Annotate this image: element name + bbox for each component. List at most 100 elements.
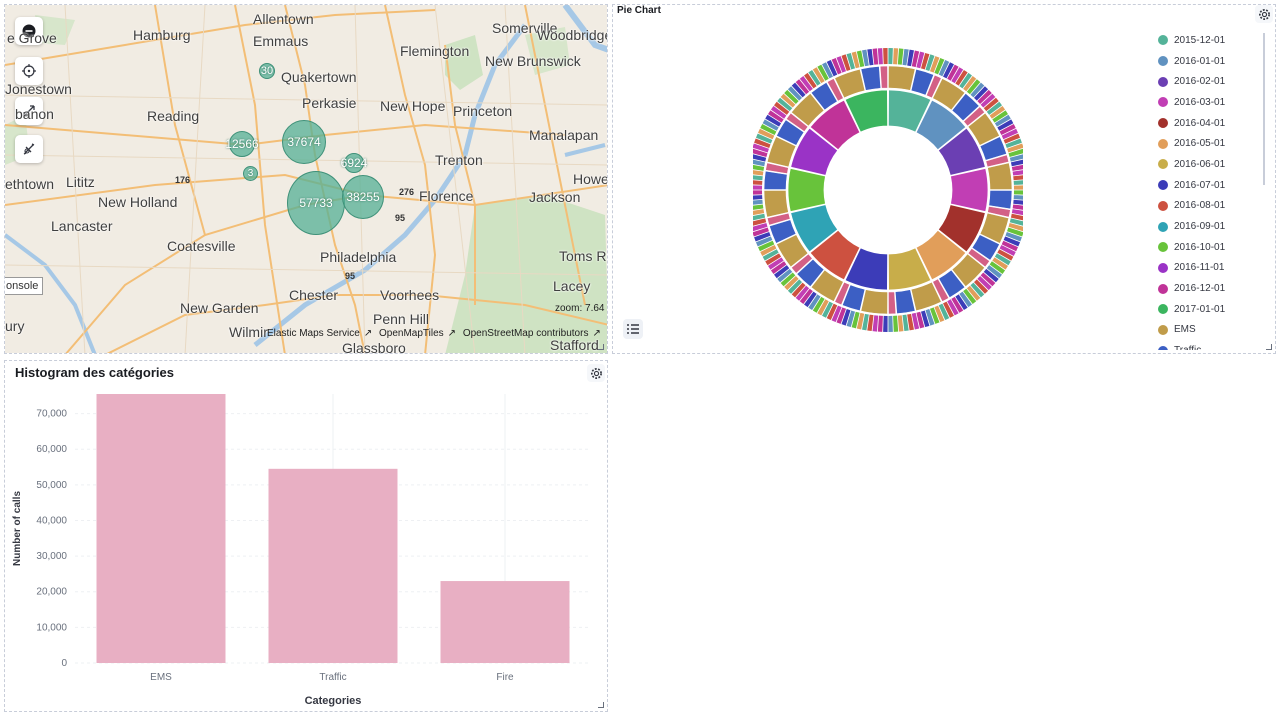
sunburst-outer-slice[interactable] (883, 48, 888, 65)
sunburst-outer-slice[interactable] (872, 315, 879, 332)
sunburst-middle-slice[interactable] (763, 170, 788, 190)
tools-button[interactable] (15, 135, 43, 163)
sunburst-outer-slice[interactable] (897, 48, 904, 65)
legend-item[interactable]: 2016-01-01 (1158, 51, 1258, 72)
y-axis-title: Number of calls (12, 491, 23, 566)
legend-item[interactable]: 2016-04-01 (1158, 113, 1258, 134)
x-tick-label: Fire (496, 672, 514, 683)
sunburst-outer-slice[interactable] (1013, 190, 1023, 195)
city-label: Philadelphia (320, 249, 397, 265)
sunburst-middle-slice[interactable] (879, 65, 888, 89)
attribution-link[interactable]: Elastic Maps Service (267, 328, 360, 339)
legend-item[interactable]: 2016-10-01 (1158, 237, 1258, 258)
sunburst-outer-slice[interactable] (877, 315, 883, 332)
resize-handle[interactable] (598, 344, 604, 350)
sunburst-outer-slice[interactable] (753, 185, 763, 190)
resize-handle[interactable] (1266, 344, 1272, 350)
legend-scrollbar[interactable] (1263, 33, 1265, 185)
panel-options-button[interactable] (1255, 5, 1273, 23)
sunburst-outer-slice[interactable] (893, 48, 899, 65)
histogram-bar[interactable] (96, 394, 226, 663)
map-cluster[interactable]: 37674 (282, 120, 326, 164)
console-tab[interactable]: onsole (5, 277, 44, 295)
sunburst-middle-slice[interactable] (888, 65, 916, 91)
map-cluster[interactable]: 6924 (341, 153, 367, 173)
legend-label: EMS (1174, 324, 1196, 336)
city-label: ury (5, 318, 25, 334)
histogram-chart[interactable]: 0 10,000 20,000 30,000 40,000 50,000 60,000 70,… (5, 361, 608, 712)
sunburst-inner-slice[interactable] (950, 167, 989, 213)
legend-swatch (1158, 97, 1168, 108)
city-label: Jackson (529, 189, 581, 205)
legend-item[interactable]: 2016-12-01 (1158, 278, 1258, 299)
city-label: Emmaus (253, 33, 309, 49)
attribution-link[interactable]: OpenStreetMap contributors (463, 328, 589, 339)
sunburst-outer-slice[interactable] (1013, 195, 1023, 200)
legend-item[interactable]: 2016-03-01 (1158, 92, 1258, 113)
sunburst-outer-slice[interactable] (753, 190, 763, 195)
sunburst-outer-slice[interactable] (883, 315, 888, 332)
map-cluster[interactable]: 57733 (287, 171, 345, 235)
city-label: New Brunswick (485, 53, 581, 69)
sunburst-outer-slice[interactable] (893, 315, 899, 332)
histogram-bar[interactable] (268, 468, 398, 663)
sunburst-outer-slice[interactable] (1013, 185, 1023, 190)
legend-item[interactable]: 2016-11-01 (1158, 258, 1258, 279)
sunburst-middle-slice[interactable] (763, 190, 789, 218)
legend-item[interactable]: Traffic (1158, 340, 1258, 350)
city-label: Quakertown (281, 69, 357, 85)
attribution-link[interactable]: OpenMapTiles (379, 328, 444, 339)
legend-item[interactable]: 2016-08-01 (1158, 196, 1258, 217)
legend-toggle-button[interactable] (623, 319, 643, 339)
sunburst-outer-slice[interactable] (888, 315, 893, 332)
tools-icon (23, 143, 35, 155)
panel-options-button[interactable] (587, 364, 605, 382)
legend-item[interactable]: 2016-05-01 (1158, 133, 1258, 154)
legend-item[interactable]: 2016-02-01 (1158, 71, 1258, 92)
legend-swatch (1158, 242, 1168, 253)
map-cluster[interactable]: 30 (259, 63, 275, 79)
gear-icon (1258, 8, 1270, 20)
sunburst-outer-slice[interactable] (897, 315, 904, 332)
sunburst-middle-slice[interactable] (888, 291, 897, 315)
legend-item[interactable]: 2016-09-01 (1158, 216, 1258, 237)
legend-swatch (1158, 118, 1168, 129)
sunburst-outer-slice[interactable] (1013, 180, 1023, 185)
sunburst-chart[interactable] (753, 45, 1023, 335)
sunburst-outer-slice[interactable] (1013, 199, 1023, 206)
histogram-bar[interactable] (440, 581, 570, 663)
sunburst-outer-slice[interactable] (753, 180, 763, 185)
sunburst-outer-slice[interactable] (888, 48, 893, 65)
sunburst-outer-slice[interactable] (753, 199, 763, 206)
legend-swatch (1158, 56, 1168, 67)
y-tick-label: 0 (61, 658, 67, 669)
sunburst-inner-slice[interactable] (787, 167, 826, 213)
legend-label: 2017-01-01 (1174, 303, 1226, 315)
sunburst-outer-slice[interactable] (1013, 175, 1023, 181)
sunburst-outer-slice[interactable] (877, 48, 883, 65)
pie-chart-panel: Pie Chart 2015-12-01 2016-01-01 2016-02-01… (612, 4, 1276, 354)
sunburst-middle-slice[interactable] (988, 190, 1013, 210)
resize-handle[interactable] (598, 702, 604, 708)
road-number: 276 (399, 187, 415, 197)
sunburst-outer-slice[interactable] (872, 48, 879, 65)
legend-label: 2016-01-01 (1174, 55, 1226, 67)
map-cluster[interactable]: 38255 (342, 175, 384, 219)
sunburst-middle-slice[interactable] (987, 162, 1013, 190)
legend-item[interactable]: 2016-07-01 (1158, 175, 1258, 196)
legend-label: 2016-05-01 (1174, 138, 1226, 150)
sunburst-middle-slice[interactable] (860, 289, 888, 315)
sunburst-outer-slice[interactable] (753, 175, 763, 181)
zoom-level: zoom: 7.64 (555, 303, 605, 314)
sunburst-outer-slice[interactable] (753, 195, 763, 200)
legend-swatch (1158, 159, 1168, 170)
legend-swatch (1158, 76, 1168, 87)
map-cluster[interactable]: 12566 (225, 131, 259, 157)
city-label: Perkasie (302, 95, 357, 111)
map-cluster[interactable]: 3 (243, 166, 258, 181)
legend-item[interactable]: EMS (1158, 320, 1258, 341)
legend-item[interactable]: 2015-12-01 (1158, 30, 1258, 51)
legend-item[interactable]: 2016-06-01 (1158, 154, 1258, 175)
legend-item[interactable]: 2017-01-01 (1158, 299, 1258, 320)
city-label: Howel (573, 171, 607, 187)
